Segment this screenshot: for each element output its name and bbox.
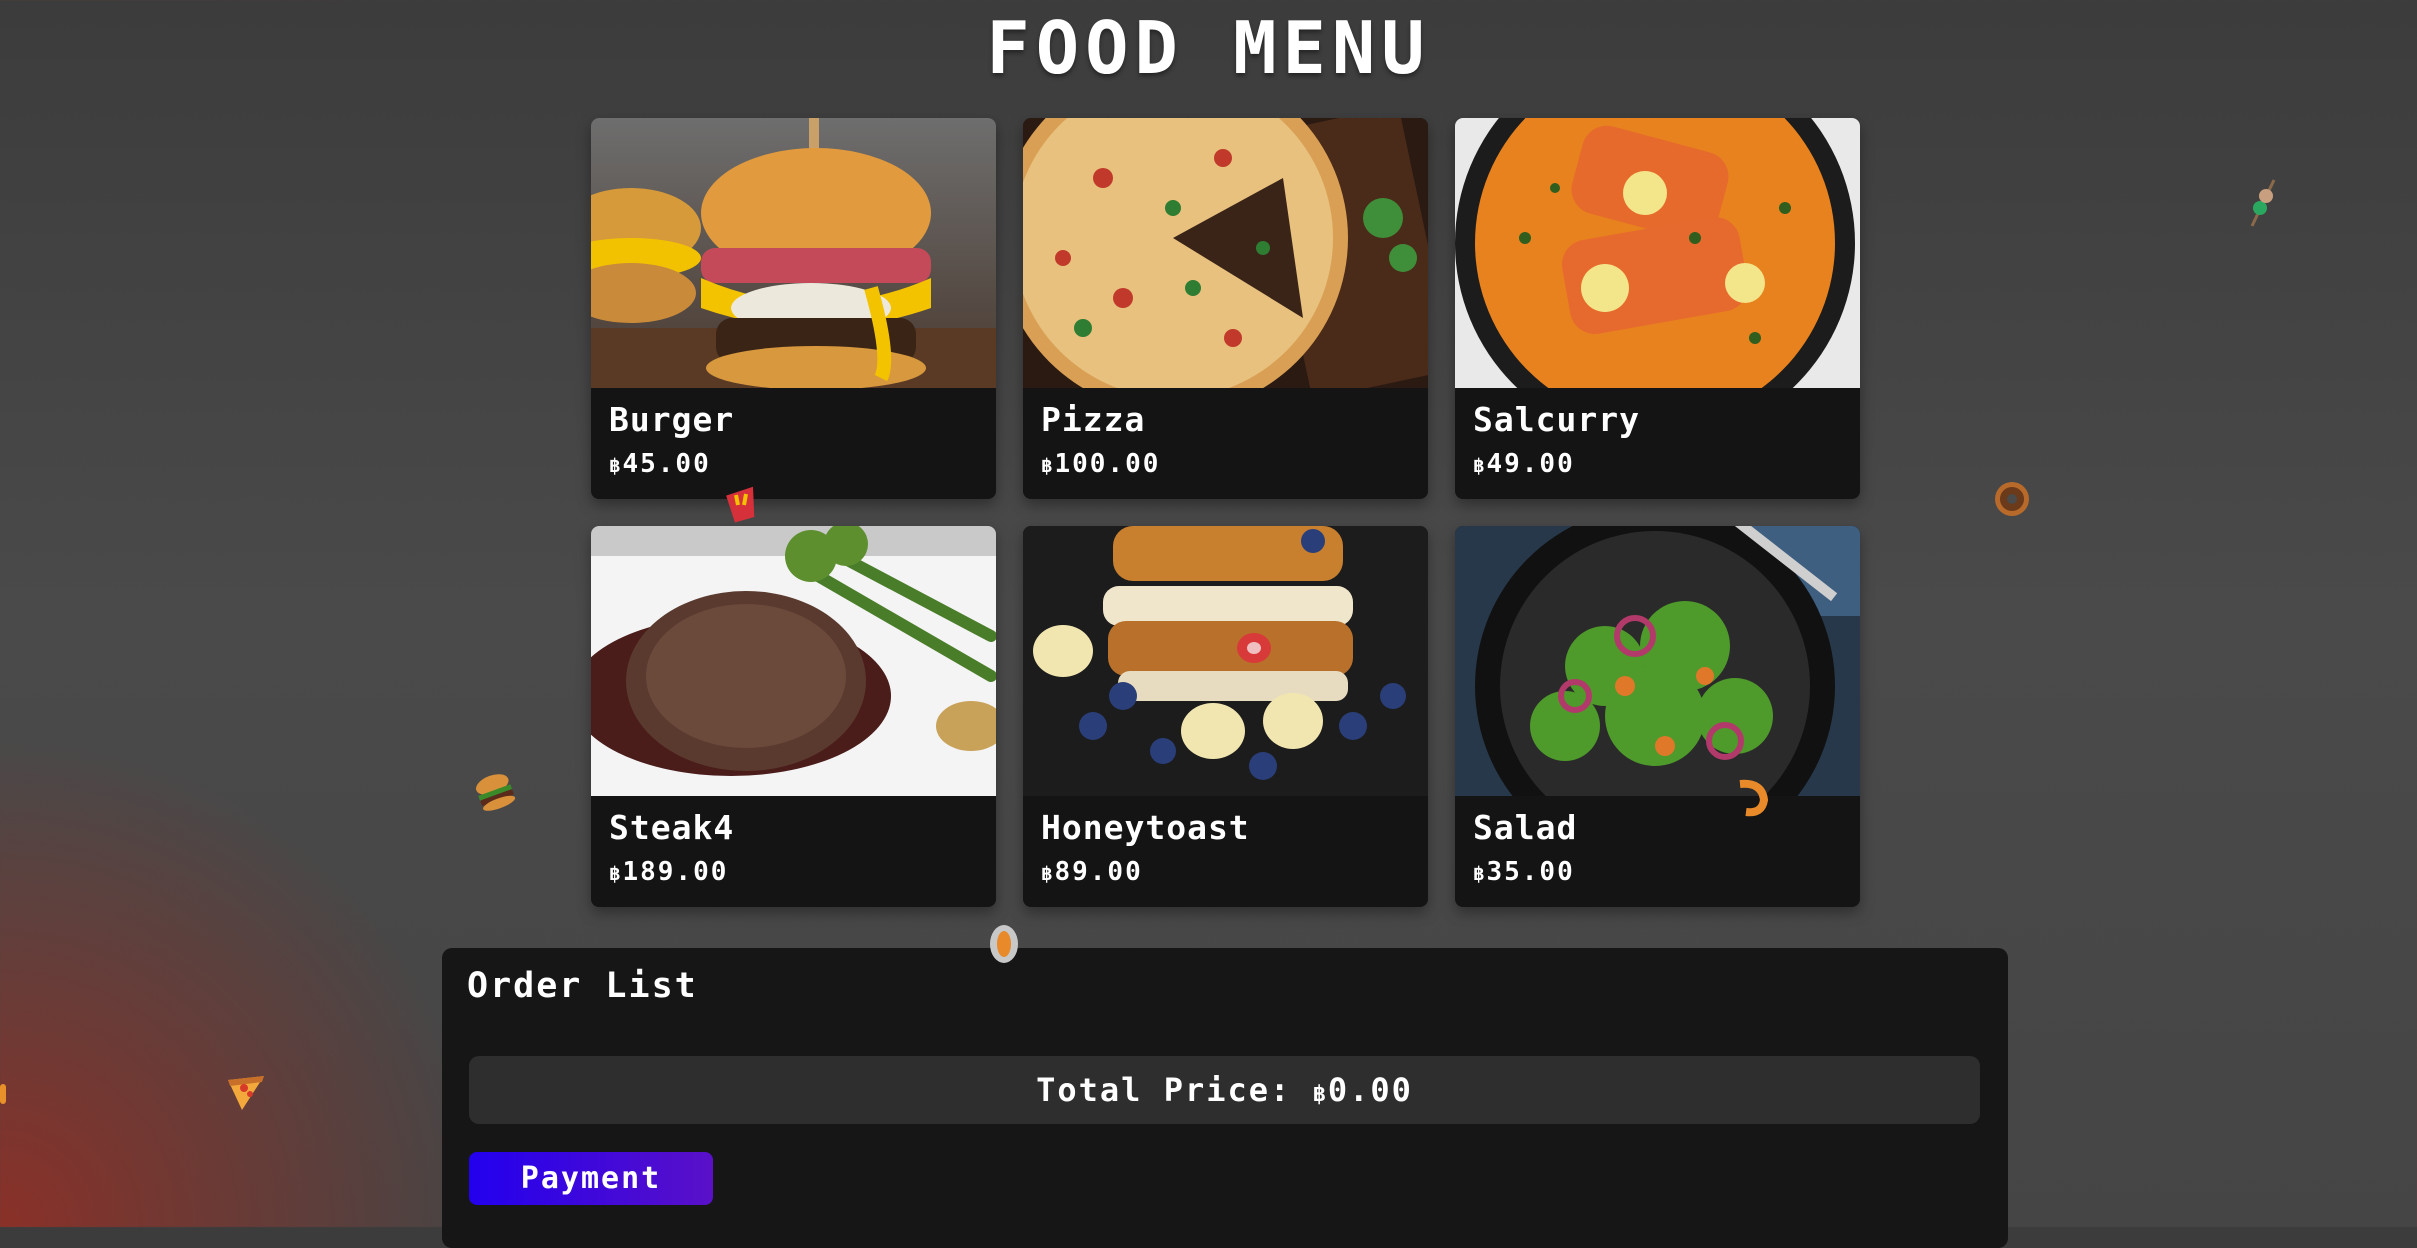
menu-item-steak4[interactable]: Steak4 ฿189.00 bbox=[591, 526, 996, 907]
menu-item-salad[interactable]: Salad ฿35.00 bbox=[1455, 526, 1860, 907]
item-price: ฿189.00 bbox=[609, 857, 729, 887]
salcurry-image bbox=[1455, 118, 1860, 388]
pizza-slice-icon bbox=[224, 1072, 268, 1118]
currency-symbol: ฿ bbox=[1312, 1082, 1328, 1107]
menu-item-burger[interactable]: Burger ฿45.00 bbox=[591, 118, 996, 499]
shrimp-icon bbox=[1732, 776, 1772, 824]
fries-icon bbox=[722, 475, 762, 529]
donut-icon bbox=[1993, 480, 2031, 524]
menu-item-honeytoast[interactable]: Honeytoast ฿89.00 bbox=[1023, 526, 1428, 907]
shrimp-icon bbox=[986, 922, 1022, 972]
steak-image bbox=[591, 526, 996, 796]
item-price: ฿35.00 bbox=[1473, 857, 1575, 887]
item-price: ฿100.00 bbox=[1041, 449, 1161, 479]
page-title: FOOD MENU bbox=[986, 6, 1431, 90]
meat-icon bbox=[1234, 628, 1274, 674]
item-price: ฿49.00 bbox=[1473, 449, 1575, 479]
menu-item-pizza[interactable]: Pizza ฿100.00 bbox=[1023, 118, 1428, 499]
order-list-heading: Order List bbox=[467, 966, 698, 1006]
item-name: Salad bbox=[1473, 808, 1578, 847]
honeytoast-image bbox=[1023, 526, 1428, 796]
item-price: ฿89.00 bbox=[1041, 857, 1143, 887]
burger-image bbox=[591, 118, 996, 388]
item-price: ฿45.00 bbox=[609, 449, 711, 479]
menu-item-salcurry[interactable]: Salcurry ฿49.00 bbox=[1455, 118, 1860, 499]
total-price-value: 0.00 bbox=[1327, 1071, 1413, 1109]
item-name: Burger bbox=[609, 400, 735, 439]
pizza-image bbox=[1023, 118, 1428, 388]
skewer-icon bbox=[2248, 178, 2278, 234]
order-panel: Order List Total Price: ฿0.00 Payment bbox=[442, 948, 2008, 1248]
item-name: Steak4 bbox=[609, 808, 735, 847]
total-price: Total Price: ฿0.00 bbox=[469, 1056, 1980, 1124]
salad-image bbox=[1455, 526, 1860, 796]
item-name: Pizza bbox=[1041, 400, 1146, 439]
payment-button[interactable]: Payment bbox=[469, 1152, 713, 1205]
item-name: Honeytoast bbox=[1041, 808, 1250, 847]
pizza-slice-icon bbox=[0, 1080, 8, 1114]
burger-icon bbox=[474, 772, 516, 818]
total-price-label: Total Price: bbox=[1036, 1071, 1292, 1109]
item-name: Salcurry bbox=[1473, 400, 1640, 439]
menu-grid: Burger ฿45.00 Pizza ฿100.00 Salcurry ฿49… bbox=[591, 118, 1860, 907]
